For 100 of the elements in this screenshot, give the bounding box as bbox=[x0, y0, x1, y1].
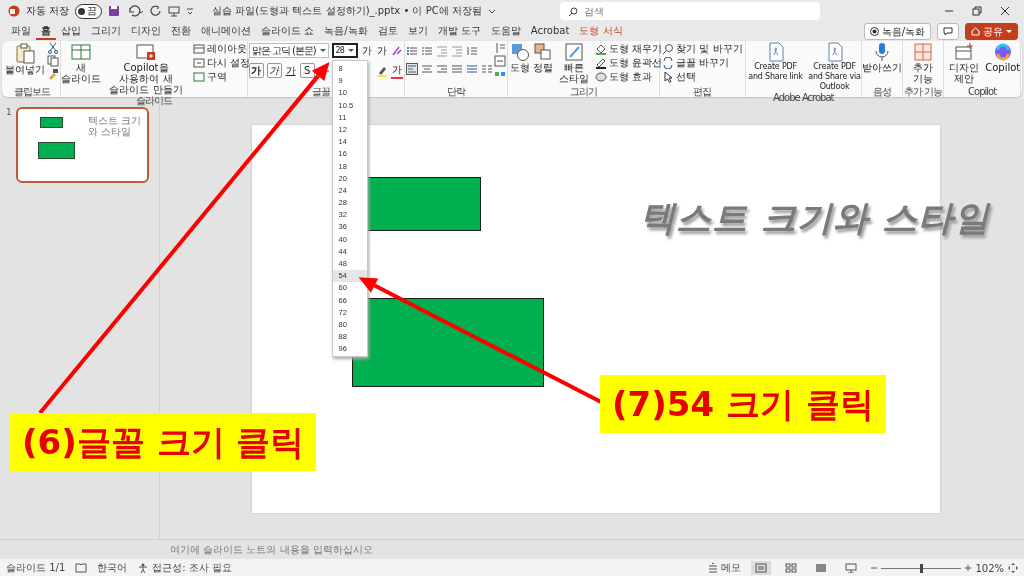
section-icon[interactable] bbox=[193, 70, 205, 83]
ribbon-tab[interactable]: 애니메이션 bbox=[196, 23, 256, 40]
align-right-icon[interactable] bbox=[435, 62, 448, 75]
slide-title[interactable]: 텍스트 크기와 스타일 bbox=[640, 195, 991, 242]
accessibility-status[interactable]: 접근성: 조사 필요 bbox=[152, 561, 232, 575]
share-button[interactable]: 공유 bbox=[965, 23, 1018, 40]
ribbon-tab[interactable]: 도움말 bbox=[485, 23, 526, 40]
group-label: 편집 bbox=[693, 86, 712, 97]
notes-button[interactable]: 메모 bbox=[708, 561, 742, 575]
paint-bucket-icon[interactable] bbox=[594, 42, 607, 55]
notes-field[interactable]: 여기에 슬라이드 노트의 내용을 입력하십시오 bbox=[168, 543, 568, 556]
grow-font-button[interactable]: 가 bbox=[360, 43, 373, 58]
ribbon-tab[interactable]: 디자인 bbox=[126, 23, 166, 40]
dictate-button[interactable]: 받아쓰기 bbox=[863, 42, 902, 73]
pdf-outlook-button[interactable]: Create PDF and Share via Outlook bbox=[805, 42, 864, 92]
justify-icon[interactable] bbox=[450, 62, 463, 75]
chevron-down-icon[interactable] bbox=[487, 7, 496, 15]
autosave-toggle[interactable]: 끔 bbox=[75, 3, 103, 19]
customize-caret-icon[interactable] bbox=[186, 5, 195, 17]
zoom-level[interactable]: 102% bbox=[975, 562, 1004, 574]
share-icon bbox=[971, 27, 980, 36]
speech-bubble-icon bbox=[943, 27, 953, 36]
copilot-slide-button[interactable]: Copilot을 사용하여 새 슬라이드 만들기 bbox=[101, 42, 191, 95]
italic-button[interactable]: 가 bbox=[266, 63, 282, 78]
replace-icon[interactable] bbox=[662, 56, 675, 69]
ribbon-tab[interactable]: 그리기 bbox=[86, 23, 126, 40]
distribute-icon[interactable] bbox=[465, 62, 478, 75]
shape-effects-button[interactable]: 도형 효과 bbox=[593, 70, 663, 83]
shapes-button[interactable]: 도형 bbox=[508, 42, 531, 73]
text-direction-icon[interactable] bbox=[493, 42, 506, 54]
app-logo-icon bbox=[8, 5, 20, 17]
search-icon[interactable] bbox=[662, 42, 675, 55]
language-status[interactable]: 한국어 bbox=[97, 561, 128, 575]
caret-icon bbox=[1006, 28, 1012, 35]
close-icon[interactable] bbox=[1000, 6, 1010, 16]
plus-icon[interactable] bbox=[965, 565, 972, 571]
bullets-icon[interactable] bbox=[405, 44, 418, 57]
restore-icon[interactable] bbox=[972, 6, 982, 16]
normal-view-button[interactable] bbox=[751, 561, 772, 575]
underline-button[interactable]: 가 bbox=[284, 63, 297, 78]
record-button[interactable]: 녹음/녹화 bbox=[863, 23, 931, 40]
clear-format-icon[interactable] bbox=[390, 44, 403, 57]
find-replace-button[interactable]: 찾기 및 바꾸기 bbox=[661, 42, 744, 55]
columns-icon[interactable] bbox=[480, 62, 493, 75]
ribbon-tab[interactable]: 녹음/녹화 bbox=[319, 23, 373, 40]
add-ins-button[interactable]: 추가 기능 bbox=[904, 42, 943, 84]
font-name-field[interactable]: 맑은 고딕 (본문) bbox=[248, 43, 329, 58]
copilot-button[interactable]: Copilot bbox=[984, 42, 1022, 73]
quick-styles-button[interactable]: 빠른 스타일 bbox=[554, 42, 593, 84]
minus-icon[interactable] bbox=[871, 565, 878, 571]
pdf-share-link-button[interactable]: Create PDF and Share link bbox=[746, 42, 805, 82]
undo-icon[interactable] bbox=[126, 5, 145, 17]
pen-icon[interactable] bbox=[594, 56, 607, 69]
record-icon bbox=[869, 27, 879, 36]
shape-fill-button[interactable]: 도형 채우기 bbox=[593, 42, 663, 55]
callout-label: (7)54 크기 클릭 bbox=[600, 375, 886, 433]
ribbon-tab[interactable]: Acrobat bbox=[525, 23, 575, 40]
new-slide-button[interactable]: 새 슬라이드 bbox=[62, 42, 100, 84]
zoom-slider-thumb[interactable] bbox=[919, 563, 923, 573]
ribbon-tab[interactable]: 검토 bbox=[372, 23, 403, 40]
search-field[interactable]: 검색 bbox=[559, 2, 820, 20]
ribbon-tab[interactable]: 파일 bbox=[6, 23, 36, 40]
save-icon[interactable] bbox=[108, 5, 121, 17]
line-spacing-icon[interactable] bbox=[465, 44, 478, 57]
cursor-icon[interactable] bbox=[662, 70, 675, 83]
redo-icon[interactable] bbox=[150, 5, 163, 17]
format-painter-icon[interactable] bbox=[47, 68, 59, 80]
ribbon-tab[interactable]: 보기 bbox=[402, 23, 433, 40]
presentation-icon[interactable] bbox=[168, 5, 181, 17]
ribbon-tab[interactable]: 도형 서식 bbox=[574, 23, 628, 40]
shrink-font-button[interactable]: 가 bbox=[375, 43, 388, 58]
effects-icon[interactable] bbox=[594, 70, 607, 83]
layout-icon[interactable] bbox=[193, 42, 205, 55]
reset-icon[interactable] bbox=[193, 56, 205, 69]
copy-icon[interactable] bbox=[47, 55, 59, 67]
rectangle-shape[interactable] bbox=[352, 298, 544, 387]
align-left-icon[interactable] bbox=[405, 62, 418, 75]
book-icon[interactable] bbox=[75, 563, 88, 573]
font-color-button[interactable]: 가 bbox=[390, 62, 403, 79]
highlighter-icon[interactable] bbox=[375, 64, 388, 77]
ribbon-tab[interactable]: 전환 bbox=[166, 23, 196, 40]
ribbon-tab[interactable]: 슬라이드 쇼 bbox=[256, 23, 320, 40]
scissors-icon[interactable] bbox=[47, 42, 59, 54]
comments-button[interactable] bbox=[937, 23, 959, 40]
bold-button[interactable]: 가 bbox=[248, 63, 264, 78]
replace-fonts-button[interactable]: 글꼴 바꾸기 bbox=[661, 56, 744, 69]
numbering-icon[interactable] bbox=[420, 44, 433, 57]
group-label: 추가 기능 bbox=[904, 86, 943, 97]
accessibility-icon[interactable] bbox=[137, 563, 150, 573]
fit-to-window-icon[interactable] bbox=[1008, 563, 1018, 573]
ribbon-tab[interactable]: 삽입 bbox=[56, 23, 86, 40]
paste-button[interactable]: 붙여넣기 bbox=[4, 42, 46, 75]
grid-icon bbox=[913, 42, 934, 62]
ribbon-tab[interactable]: 개발 도구 bbox=[432, 23, 486, 40]
align-text-icon[interactable] bbox=[493, 55, 506, 67]
select-button[interactable]: 선택 bbox=[661, 70, 744, 83]
slide-thumbnail[interactable]: 텍스트 크기와 스타일 bbox=[15, 107, 149, 183]
arrange-button[interactable]: 정렬 bbox=[531, 42, 554, 73]
shape-outline-button[interactable]: 도형 윤곽선 bbox=[593, 56, 663, 69]
design-ideas-button[interactable]: 디자인 제안 bbox=[945, 42, 984, 84]
